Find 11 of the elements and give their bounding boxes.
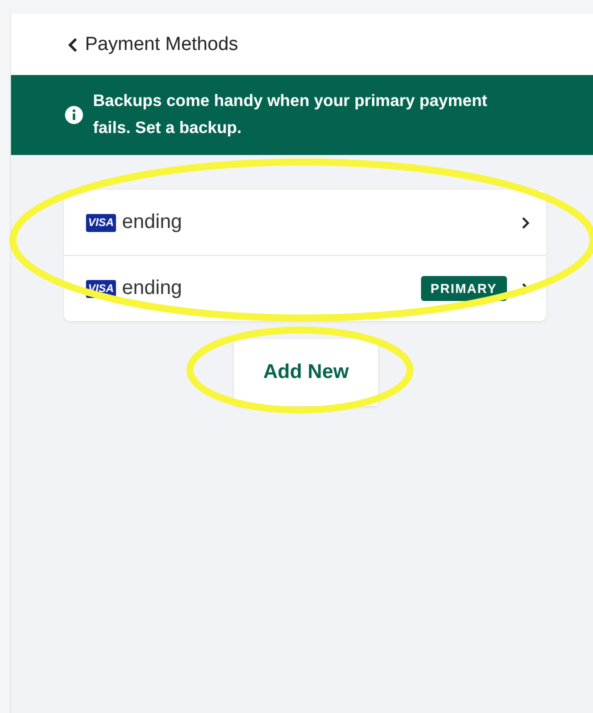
back-icon[interactable] (67, 36, 79, 52)
card-label: ending (122, 211, 184, 234)
visa-logo: VISA (86, 214, 116, 232)
page-title: Payment Methods (85, 34, 238, 56)
card-row[interactable]: VISA ending (64, 190, 546, 255)
card-label: ending (122, 277, 184, 300)
primary-tag: PRIMARY (420, 276, 507, 301)
banner-message: Backups come handy when your primary payment fails. Set a backup. (93, 91, 488, 139)
info-icon (65, 106, 83, 124)
chevron-right-icon (521, 216, 530, 230)
add-new-button[interactable]: Add New (234, 339, 378, 406)
